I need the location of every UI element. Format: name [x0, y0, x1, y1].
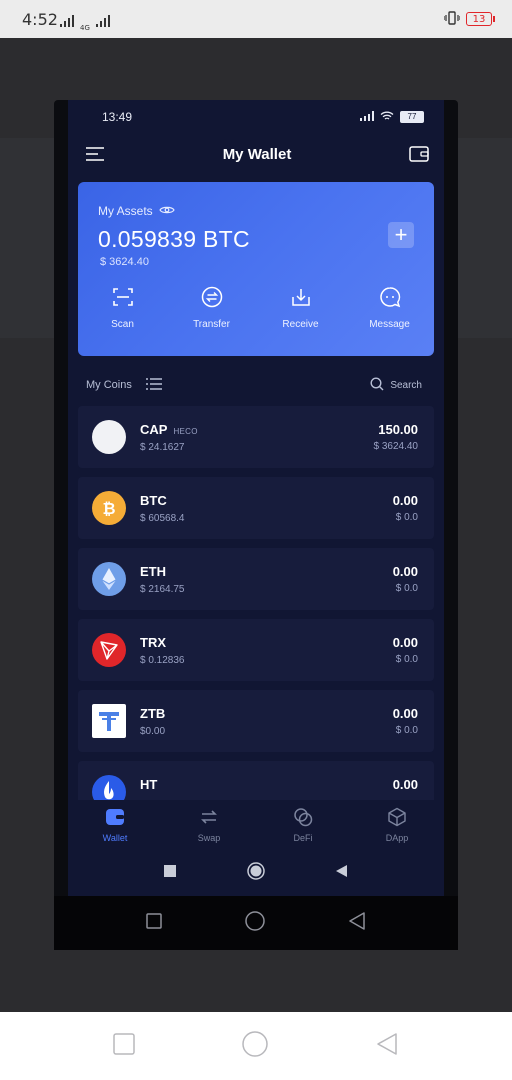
coin-row-trx[interactable]: TRX $ 0.12836 0.00 $ 0.0 — [78, 619, 434, 681]
plus-icon: + — [394, 222, 408, 247]
tab-defi[interactable]: DeFi — [268, 807, 338, 843]
defi-icon — [293, 807, 313, 829]
coin-balance: 0.00 — [392, 706, 418, 721]
eye-icon[interactable] — [158, 204, 175, 218]
list-icon[interactable] — [145, 377, 162, 393]
message-icon — [379, 286, 401, 311]
menu-icon[interactable] — [84, 143, 106, 165]
swap-icon — [199, 807, 219, 829]
action-label: Transfer — [193, 319, 230, 330]
action-label: Receive — [282, 319, 319, 330]
coin-price: $ 0.12836 — [140, 655, 185, 666]
ztb-logo-icon — [92, 704, 126, 738]
home-icon[interactable] — [247, 861, 265, 885]
coin-balance: 0.00 — [392, 564, 418, 579]
scan-icon — [112, 286, 134, 311]
signal-icon-2 — [95, 14, 110, 32]
bitcoin-logo-icon: ₿ — [92, 491, 126, 525]
app-nav-bar — [68, 850, 444, 896]
wallet-tab-icon — [105, 807, 125, 829]
coin-row-cap[interactable]: CAP HECO $ 24.1627 150.00 $ 3624.40 — [78, 406, 434, 468]
transfer-icon — [201, 286, 223, 311]
coin-value: $ 0.0 — [395, 583, 418, 594]
recent-apps-icon[interactable] — [113, 1032, 136, 1060]
search-label: Search — [390, 379, 422, 391]
signal-icon — [60, 14, 74, 32]
tab-dapp[interactable]: DApp — [362, 807, 432, 843]
recent-apps-icon[interactable] — [145, 912, 162, 934]
app-screen: 13:49 77 My Wallet My Assets 0.059839 BT… — [68, 100, 444, 896]
receive-button[interactable]: Receive — [261, 286, 341, 330]
app-header: My Wallet — [68, 134, 444, 174]
device-battery: 13 — [466, 12, 495, 26]
add-asset-button[interactable]: + — [388, 222, 414, 248]
back-icon[interactable] — [375, 1032, 399, 1061]
transfer-button[interactable]: Transfer — [172, 286, 252, 330]
coin-row-eth[interactable]: ETH $ 2164.75 0.00 $ 0.0 — [78, 548, 434, 610]
coin-value: $ 0.0 — [395, 654, 418, 665]
coin-balance: 0.00 — [392, 635, 418, 650]
bottom-tab-bar: Wallet Swap DeFi DApp — [68, 800, 444, 850]
total-balance: 0.059839 BTC — [98, 226, 250, 252]
coin-row-ztb[interactable]: ZTB $0.00 0.00 $ 0.0 — [78, 690, 434, 752]
scan-button[interactable]: Scan — [83, 286, 163, 330]
chain-badge: HECO — [173, 427, 198, 436]
app-status-bar: 13:49 77 — [68, 100, 444, 134]
message-button[interactable]: Message — [350, 286, 430, 330]
action-label: Scan — [111, 319, 134, 330]
vibrate-icon — [443, 10, 461, 28]
coin-balance: 0.00 — [392, 493, 418, 508]
cap-logo-icon — [92, 420, 126, 454]
coin-value: $ 3624.40 — [373, 441, 419, 452]
tab-swap[interactable]: Swap — [174, 807, 244, 843]
back-icon[interactable] — [348, 911, 366, 935]
wallet-icon[interactable] — [408, 143, 430, 165]
wifi-icon — [380, 111, 394, 124]
back-icon[interactable] — [336, 864, 348, 882]
recent-apps-icon[interactable] — [163, 864, 176, 882]
coin-list: CAP HECO $ 24.1627 150.00 $ 3624.40 ₿ BTC… — [78, 406, 434, 832]
ethereum-logo-icon — [92, 562, 126, 596]
action-label: Message — [369, 319, 410, 330]
app-status-time: 13:49 — [102, 110, 133, 124]
dapp-cube-icon — [387, 807, 407, 829]
coin-balance: 150.00 — [378, 422, 418, 437]
coin-price: $ 2164.75 — [140, 584, 185, 595]
tab-wallet[interactable]: Wallet — [80, 807, 150, 843]
coin-row-btc[interactable]: ₿ BTC $ 60568.4 0.00 $ 0.0 — [78, 477, 434, 539]
search-icon — [370, 376, 384, 394]
coins-header: My Coins Search — [68, 370, 444, 400]
battery-icon: 77 — [400, 111, 424, 123]
home-icon[interactable] — [242, 1030, 268, 1062]
total-balance-usd: $ 3624.40 — [100, 256, 149, 268]
home-icon[interactable] — [245, 910, 265, 936]
network-type: 4G — [80, 24, 90, 32]
coin-balance: 0.00 — [392, 777, 418, 792]
coin-value: $ 0.0 — [395, 512, 418, 523]
tron-logo-icon — [92, 633, 126, 667]
signal-icon — [360, 110, 374, 124]
svg-text:₿: ₿ — [102, 499, 115, 518]
assets-card: My Assets 0.059839 BTC $ 3624.40 + Scan — [78, 182, 434, 356]
device-time: 4:52 — [22, 9, 58, 29]
assets-label: My Assets — [98, 204, 153, 218]
search-button[interactable]: Search — [370, 376, 422, 394]
phone-preview: 13:49 77 My Wallet My Assets 0.059839 BT… — [54, 100, 458, 950]
quick-actions: Scan Transfer Receive Message — [78, 286, 434, 330]
page-title: My Wallet — [222, 145, 292, 163]
coin-value: $ 0.0 — [395, 725, 418, 736]
device-nav-bar — [0, 1012, 512, 1080]
coin-price: $ 24.1627 — [140, 442, 185, 453]
coins-label: My Coins — [86, 379, 132, 391]
phone-nav-bar — [54, 896, 458, 950]
receive-icon — [290, 286, 312, 311]
coin-price: $0.00 — [140, 726, 166, 737]
coin-price: $ 60568.4 — [140, 513, 185, 524]
